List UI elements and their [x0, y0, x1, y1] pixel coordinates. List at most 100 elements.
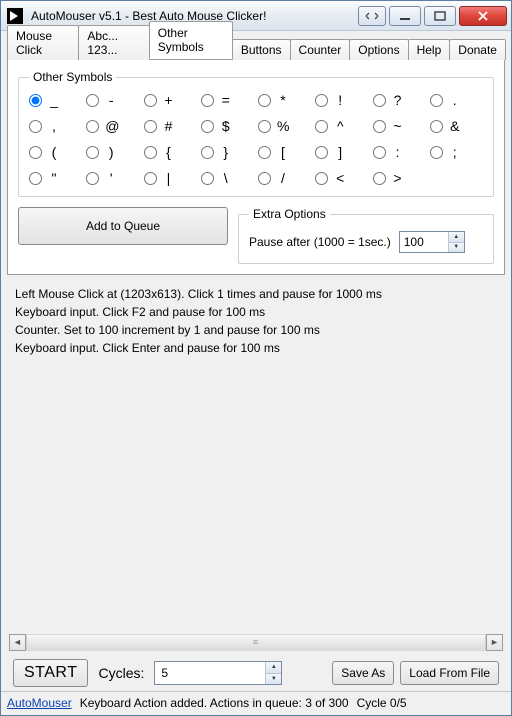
symbol-option[interactable]: _ [29, 92, 82, 108]
symbol-radio[interactable] [86, 120, 99, 133]
tab-mouse-click[interactable]: Mouse Click [7, 25, 79, 60]
pause-after-spin-down[interactable]: ▼ [449, 243, 464, 253]
symbol-radio[interactable] [201, 146, 214, 159]
symbol-radio[interactable] [315, 120, 328, 133]
symbol-option[interactable]: ! [315, 92, 368, 108]
scroll-left-button[interactable]: ◄ [9, 634, 26, 651]
symbol-radio[interactable] [29, 172, 42, 185]
cycles-spin-down[interactable]: ▼ [266, 674, 281, 685]
symbol-radio[interactable] [258, 146, 271, 159]
symbol-radio[interactable] [373, 146, 386, 159]
actions-row: Add to Queue Extra Options Pause after (… [18, 207, 494, 264]
symbol-option[interactable]: * [258, 92, 311, 108]
symbol-option[interactable]: $ [201, 118, 254, 134]
symbol-radio[interactable] [144, 172, 157, 185]
symbol-radio[interactable] [144, 94, 157, 107]
symbol-radio[interactable] [373, 172, 386, 185]
symbol-radio[interactable] [315, 94, 328, 107]
cycles-input[interactable] [155, 662, 265, 684]
window-minimize-button[interactable] [389, 6, 421, 26]
action-log[interactable]: Left Mouse Click at (1203x613). Click 1 … [7, 275, 505, 633]
symbol-option[interactable]: / [258, 170, 311, 186]
symbol-option[interactable]: ~ [373, 118, 426, 134]
symbol-option[interactable]: | [144, 170, 197, 186]
tab-donate[interactable]: Donate [449, 39, 506, 60]
scroll-thumb[interactable]: ≡ [26, 635, 486, 650]
symbol-option[interactable]: ) [86, 144, 139, 160]
scroll-track[interactable]: ≡ [26, 634, 486, 651]
log-line[interactable]: Keyboard input. Click Enter and pause fo… [15, 339, 501, 357]
tab-help[interactable]: Help [408, 39, 451, 60]
symbol-radio[interactable] [315, 146, 328, 159]
tab-abc-123[interactable]: Abc... 123... [78, 25, 149, 60]
symbol-radio[interactable] [29, 146, 42, 159]
symbol-option[interactable]: . [430, 92, 483, 108]
symbol-option[interactable]: ( [29, 144, 82, 160]
symbol-radio[interactable] [29, 94, 42, 107]
symbol-option[interactable]: < [315, 170, 368, 186]
symbol-option[interactable]: " [29, 170, 82, 186]
symbol-radio[interactable] [86, 94, 99, 107]
symbol-radio[interactable] [430, 120, 443, 133]
symbol-option[interactable]: % [258, 118, 311, 134]
symbol-radio[interactable] [86, 172, 99, 185]
tab-buttons[interactable]: Buttons [232, 39, 291, 60]
scroll-right-button[interactable]: ► [486, 634, 503, 651]
symbol-radio[interactable] [144, 146, 157, 159]
symbol-option[interactable]: ? [373, 92, 426, 108]
symbol-radio[interactable] [86, 146, 99, 159]
symbol-radio[interactable] [430, 146, 443, 159]
cycles-spin-up[interactable]: ▲ [266, 662, 281, 674]
symbol-label: ! [334, 92, 346, 108]
symbol-radio[interactable] [144, 120, 157, 133]
symbol-option[interactable]: > [373, 170, 426, 186]
symbol-radio[interactable] [315, 172, 328, 185]
symbol-option[interactable]: = [201, 92, 254, 108]
symbol-option[interactable]: - [86, 92, 139, 108]
window-close-button[interactable] [459, 6, 507, 26]
save-as-button[interactable]: Save As [332, 661, 394, 685]
symbol-option[interactable]: } [201, 144, 254, 160]
symbol-option[interactable]: [ [258, 144, 311, 160]
symbol-option[interactable]: ; [430, 144, 483, 160]
symbol-radio[interactable] [373, 94, 386, 107]
symbol-label: ' [105, 170, 117, 186]
status-link[interactable]: AutoMouser [7, 696, 72, 710]
symbol-option[interactable]: ^ [315, 118, 368, 134]
load-from-file-button[interactable]: Load From File [400, 661, 499, 685]
symbol-option[interactable]: : [373, 144, 426, 160]
symbol-radio[interactable] [201, 120, 214, 133]
start-button[interactable]: START [13, 659, 88, 687]
symbol-option[interactable]: & [430, 118, 483, 134]
symbol-label: $ [220, 118, 232, 134]
window-expand-button[interactable] [358, 6, 386, 26]
symbol-option[interactable]: ] [315, 144, 368, 160]
pause-after-spin-up[interactable]: ▲ [449, 232, 464, 243]
symbol-radio[interactable] [258, 94, 271, 107]
symbol-label: : [392, 144, 404, 160]
symbol-option[interactable]: { [144, 144, 197, 160]
symbol-option[interactable]: # [144, 118, 197, 134]
tab-counter[interactable]: Counter [290, 39, 351, 60]
window-maximize-button[interactable] [424, 6, 456, 26]
symbol-radio[interactable] [201, 172, 214, 185]
symbol-option[interactable]: + [144, 92, 197, 108]
symbol-radio[interactable] [258, 120, 271, 133]
log-line[interactable]: Left Mouse Click at (1203x613). Click 1 … [15, 285, 501, 303]
log-line[interactable]: Counter. Set to 100 increment by 1 and p… [15, 321, 501, 339]
symbol-radio[interactable] [373, 120, 386, 133]
pause-after-input[interactable] [400, 232, 448, 252]
symbol-option[interactable]: \ [201, 170, 254, 186]
symbol-option[interactable]: , [29, 118, 82, 134]
add-to-queue-button[interactable]: Add to Queue [18, 207, 228, 245]
symbol-radio[interactable] [430, 94, 443, 107]
symbol-radio[interactable] [258, 172, 271, 185]
tab-options[interactable]: Options [349, 39, 408, 60]
symbol-option[interactable]: @ [86, 118, 139, 134]
symbol-radio[interactable] [29, 120, 42, 133]
horizontal-scrollbar[interactable]: ◄ ≡ ► [9, 633, 503, 651]
log-line[interactable]: Keyboard input. Click F2 and pause for 1… [15, 303, 501, 321]
symbol-radio[interactable] [201, 94, 214, 107]
tab-other-symbols[interactable]: Other Symbols [149, 21, 233, 59]
symbol-option[interactable]: ' [86, 170, 139, 186]
